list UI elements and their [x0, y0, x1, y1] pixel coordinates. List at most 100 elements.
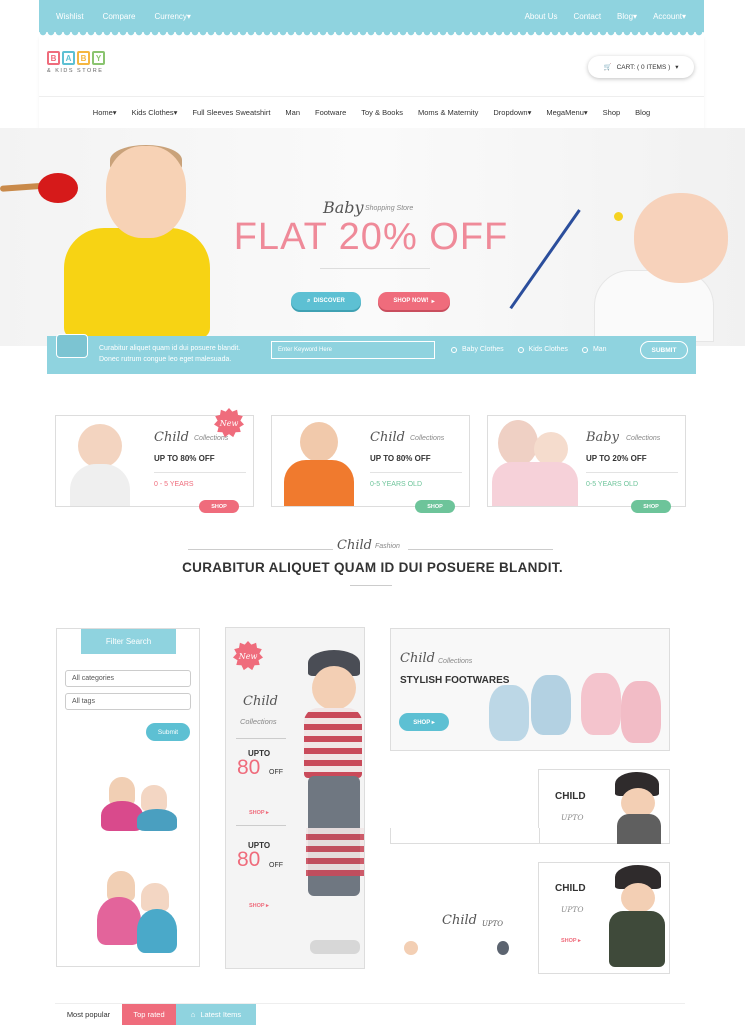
shop-button[interactable]: SHOP: [415, 500, 455, 513]
keyword-search-input[interactable]: Enter Keyword Here: [271, 341, 435, 359]
tab-label: Latest Items: [200, 1010, 242, 1019]
baby-face-image: [106, 146, 186, 238]
site-header: B A B Y & KIDS STORE 🛒 CART: ( 0 ITEMS )…: [39, 36, 704, 128]
option-kids-clothes[interactable]: Kids Clothes: [517, 346, 568, 353]
tall-banner[interactable]: New Child Collections UPTO 80 OFF SHOP ▸…: [225, 627, 365, 969]
shop-now-button[interactable]: SHOP NOW! ▸: [378, 292, 450, 310]
radio-icon: [581, 346, 588, 353]
divider: [320, 268, 430, 269]
nav-dropdown[interactable]: Dropdown▾: [493, 108, 531, 117]
logo-subtitle: & KIDS STORE: [47, 68, 104, 74]
child-image: [56, 416, 148, 506]
currency-dropdown[interactable]: Currency▾: [154, 12, 190, 21]
card-offer: UP TO 80% OFF: [154, 454, 215, 463]
nav-moms-maternity[interactable]: Moms & Maternity: [418, 108, 478, 117]
nav-blog[interactable]: Blog: [635, 108, 650, 117]
hero-title: FLAT 20% OFF: [233, 216, 509, 258]
categories-select[interactable]: All categories: [65, 670, 191, 687]
tab-most-popular[interactable]: Most popular: [55, 1004, 122, 1025]
shop-link[interactable]: SHOP ▸: [249, 810, 269, 816]
nav-full-sleeves[interactable]: Full Sleeves Sweatshirt: [192, 108, 270, 117]
shop-button[interactable]: SHOP: [631, 500, 671, 513]
card-offer: UP TO 80% OFF: [370, 454, 431, 463]
site-logo[interactable]: B A B Y & KIDS STORE: [47, 51, 117, 85]
section-title: CURABITUR ALIQUET QUAM ID DUI POSUERE BL…: [182, 560, 563, 575]
logo-letter: Y: [92, 51, 105, 65]
off-label: OFF: [269, 862, 283, 869]
tab-latest-items[interactable]: ⌂ Latest Items: [176, 1004, 256, 1025]
baby-yellow-shirt-image: [64, 228, 210, 338]
option-man[interactable]: Man: [581, 346, 607, 353]
shop-button[interactable]: SHOP: [199, 500, 239, 513]
strip-text-line: Donec rutrum congue leo eget malesuada.: [99, 356, 232, 363]
child-image: [272, 416, 364, 506]
child-banner-1[interactable]: CHILD UPTO: [538, 769, 670, 844]
promo-card-1[interactable]: Child Collections UP TO 80% OFF 0 - 5 YE…: [55, 415, 254, 513]
radio-icon: [451, 346, 457, 353]
child-upto: UPTO: [561, 813, 584, 822]
cart-button[interactable]: 🛒 CART: ( 0 ITEMS ) ▾: [588, 56, 694, 78]
section-sub: Fashion: [375, 543, 400, 550]
divider: [236, 738, 286, 739]
card-script: Child: [154, 430, 189, 445]
footwear-banner[interactable]: Child Collections STYLISH FOOTWARES SHOP…: [390, 628, 670, 751]
card-collections: Collections: [626, 435, 661, 442]
nav-home[interactable]: Home▾: [93, 108, 117, 117]
nav-toy-books[interactable]: Toy & Books: [361, 108, 403, 117]
divider: [236, 825, 286, 826]
nav-footware[interactable]: Footware: [315, 108, 346, 117]
submit-button[interactable]: SUBMIT: [640, 341, 688, 359]
radio-icon: [517, 346, 524, 353]
card-age: 0-5 YEARS OLD: [586, 481, 639, 488]
shop-link[interactable]: SHOP ▸: [249, 903, 269, 909]
mini-upto: UPTO: [482, 920, 504, 928]
about-us-link[interactable]: About Us: [525, 12, 558, 21]
nav-man[interactable]: Man: [285, 108, 300, 117]
toy-ball-image: [614, 212, 623, 221]
account-dropdown[interactable]: Account▾: [653, 12, 686, 21]
nav-kids-clothes[interactable]: Kids Clothes▾: [132, 108, 178, 117]
shop-link[interactable]: SHOP ▸: [561, 938, 581, 944]
discover-button[interactable]: ⌕ DISCOVER: [291, 292, 361, 310]
footwear-title: STYLISH FOOTWARES: [400, 675, 510, 686]
mini-child-banner[interactable]: Child UPTO: [390, 905, 538, 970]
option-label: Kids Clothes: [528, 346, 568, 353]
promo-card-3[interactable]: Baby Collections UP TO 20% OFF 0-5 YEARS…: [487, 415, 686, 513]
child-banner-2[interactable]: CHILD UPTO SHOP ▸: [538, 862, 670, 974]
chevron-right-icon: ▸: [431, 298, 435, 305]
off-label: OFF: [269, 769, 283, 776]
baby-face-image: [634, 193, 728, 283]
footwear-shop-button[interactable]: SHOP ▸: [399, 713, 449, 731]
cart-icon: 🛒: [603, 64, 612, 71]
logo-letter: B: [77, 51, 90, 65]
top-bar-left: Wishlist Compare Currency▾: [56, 12, 191, 21]
blog-dropdown[interactable]: Blog▾: [617, 12, 637, 21]
option-baby-clothes[interactable]: Baby Clothes: [451, 346, 504, 353]
divider: [154, 472, 246, 473]
filter-title: Filter Search: [81, 629, 176, 654]
nav-shop[interactable]: Shop: [603, 108, 621, 117]
compare-link[interactable]: Compare: [103, 12, 136, 21]
option-label: Baby Clothes: [462, 346, 504, 353]
promo-card-2[interactable]: Child Collections UP TO 80% OFF 0-5 YEAR…: [271, 415, 470, 513]
hero-store-text: Shopping Store: [365, 205, 414, 212]
strip-text: Curabitur aliquet quam id dui posuere bl…: [99, 343, 240, 365]
child-thumb-image: [497, 941, 509, 955]
mini-script: Child: [442, 913, 477, 928]
mother-baby-image: [488, 416, 580, 506]
search-strip: Curabitur aliquet quam id dui posuere bl…: [47, 334, 696, 374]
wishlist-link[interactable]: Wishlist: [56, 12, 84, 21]
tall-script: Child: [243, 694, 278, 709]
child-title: CHILD: [555, 883, 586, 894]
tab-top-rated[interactable]: Top rated: [122, 1004, 176, 1025]
nav-megamenu[interactable]: MegaMenu▾: [546, 108, 587, 117]
child-thumb-image: [404, 941, 418, 955]
rattle-image: [38, 173, 78, 203]
discover-label: DISCOVER: [313, 298, 345, 304]
filter-submit-button[interactable]: Submit: [146, 723, 190, 741]
logo-letter: B: [47, 51, 60, 65]
card-script: Child: [370, 430, 405, 445]
new-badge: New: [233, 641, 263, 671]
contact-link[interactable]: Contact: [573, 12, 601, 21]
tags-select[interactable]: All tags: [65, 693, 191, 710]
